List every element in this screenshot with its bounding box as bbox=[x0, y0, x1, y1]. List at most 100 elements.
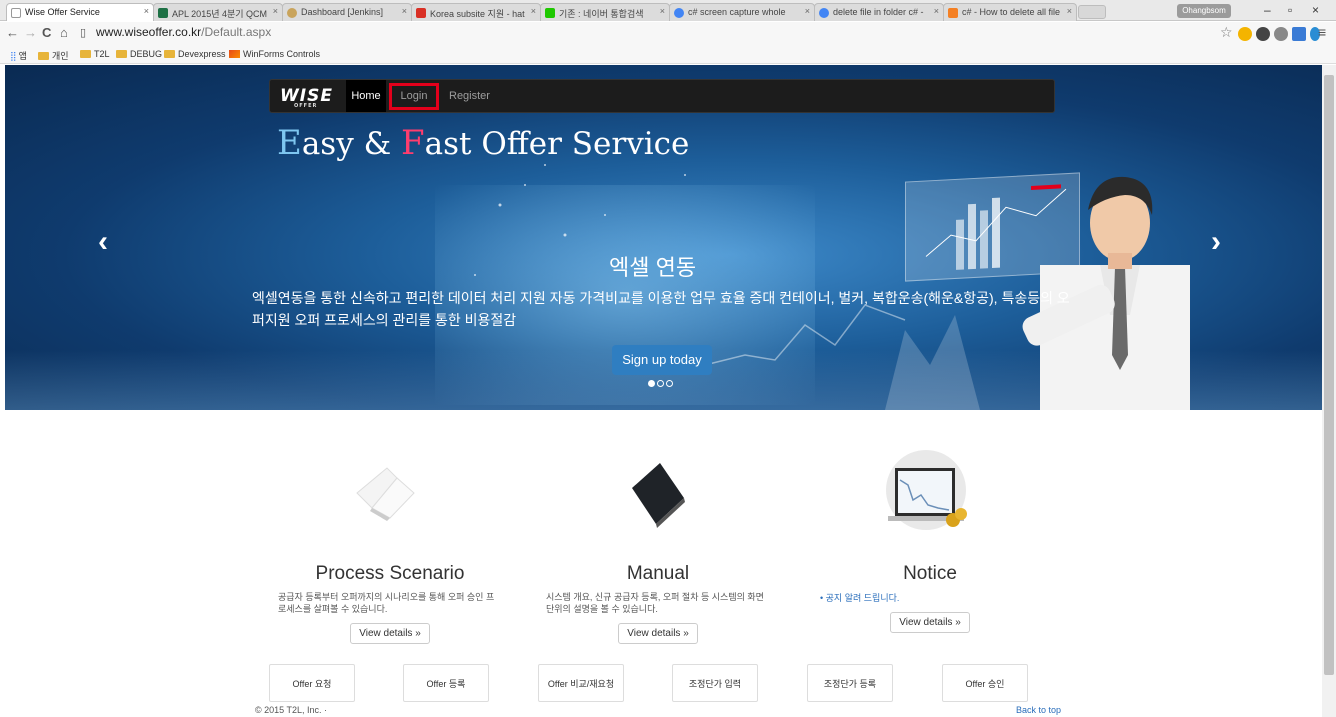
page-info-icon[interactable]: ▯ bbox=[80, 26, 86, 39]
folder-icon bbox=[164, 50, 175, 58]
tab-title: c# screen capture whole bbox=[688, 7, 786, 17]
carousel-dot-1[interactable] bbox=[648, 380, 655, 387]
carousel-dot-2[interactable] bbox=[657, 380, 664, 387]
reload-icon[interactable]: C bbox=[42, 25, 51, 40]
bookmark-label: DEBUG bbox=[130, 49, 163, 59]
tab-naver[interactable]: 기존 : 네이버 통합검색 × bbox=[540, 3, 670, 21]
carousel-dot-3[interactable] bbox=[666, 380, 673, 387]
extension-chrome-icon[interactable] bbox=[1238, 27, 1252, 41]
adjusted-price-input-button[interactable]: 조정단가 입력 bbox=[672, 664, 758, 702]
bookmark-label: T2L bbox=[94, 49, 110, 59]
winforms-icon bbox=[229, 50, 240, 58]
new-tab-button[interactable] bbox=[1078, 5, 1106, 19]
page-scrollbar[interactable] bbox=[1322, 65, 1336, 717]
tab-google-2[interactable]: delete file in folder c# - × bbox=[814, 3, 944, 21]
tab-google-1[interactable]: c# screen capture whole × bbox=[669, 3, 815, 21]
stackoverflow-icon bbox=[948, 8, 958, 18]
back-to-top-link[interactable]: Back to top bbox=[1016, 705, 1061, 715]
close-icon[interactable]: × bbox=[144, 6, 149, 16]
notice-link[interactable]: 공지 알려 드립니다. bbox=[826, 593, 900, 603]
close-icon[interactable]: × bbox=[1067, 6, 1072, 16]
close-icon[interactable]: × bbox=[660, 6, 665, 16]
bookmark-devexpress[interactable]: Devexpress bbox=[164, 49, 226, 59]
offer-request-button[interactable]: Offer 요청 bbox=[269, 664, 355, 702]
bookmark-star-icon[interactable]: ☆ bbox=[1220, 24, 1233, 41]
offer-compare-button[interactable]: Offer 비교/재요청 bbox=[538, 664, 624, 702]
tab-apl[interactable]: APL 2015년 4분기 QCM × bbox=[153, 3, 283, 21]
tab-title: c# - How to delete all file bbox=[962, 7, 1061, 17]
google-icon bbox=[674, 8, 684, 18]
scrollbar-thumb[interactable] bbox=[1324, 75, 1334, 675]
businessman-image bbox=[1022, 176, 1190, 410]
bookmarks-bar: ⣿ 앱 개인 T2L DEBUG Devexpress WinForms Cont… bbox=[0, 46, 1336, 64]
browser-toolbar: ← → C ⌂ ▯ www.wiseoffer.co.kr/Default.as… bbox=[0, 22, 1336, 46]
bookmark-label: 앱 bbox=[18, 51, 27, 61]
user-badge[interactable]: Ohangbsom bbox=[1177, 4, 1231, 18]
adjusted-price-register-button[interactable]: 조정단가 등록 bbox=[807, 664, 893, 702]
tab-strip: Wise Offer Service × APL 2015년 4분기 QCM ×… bbox=[0, 0, 1336, 21]
folder-icon bbox=[116, 50, 127, 58]
forward-icon[interactable]: → bbox=[24, 25, 37, 40]
back-icon[interactable]: ← bbox=[6, 25, 19, 40]
extension-gear-icon[interactable] bbox=[1256, 27, 1270, 41]
nav-register-link[interactable]: Register bbox=[449, 80, 490, 112]
tab-jenkins[interactable]: Dashboard [Jenkins] × bbox=[282, 3, 412, 21]
offer-approve-button[interactable]: Offer 승인 bbox=[942, 664, 1028, 702]
view-details-button[interactable]: View details » bbox=[890, 612, 970, 633]
feature-description: 공급자 등록부터 오퍼까지의 시나리오를 통해 오퍼 승인 프로세스를 살펴볼 … bbox=[278, 592, 495, 614]
view-details-button[interactable]: View details » bbox=[350, 623, 430, 644]
tab-gmail[interactable]: Korea subsite 지원 - hat × bbox=[411, 3, 541, 21]
notice-item[interactable]: • 공지 알려 드립니다. bbox=[810, 591, 1050, 604]
address-bar[interactable]: www.wiseoffer.co.kr/Default.aspx bbox=[96, 25, 271, 39]
bookmark-t2l[interactable]: T2L bbox=[80, 49, 110, 59]
bookmark-personal[interactable]: 개인 bbox=[38, 49, 69, 62]
nav-login-link[interactable]: Login bbox=[389, 83, 439, 110]
footer-copyright: © 2015 T2L, Inc. · bbox=[255, 705, 328, 715]
tab-title: Korea subsite 지원 - hat bbox=[430, 9, 525, 19]
tab-wise-offer[interactable]: Wise Offer Service × bbox=[6, 3, 154, 21]
close-window-icon[interactable]: × bbox=[1312, 3, 1319, 17]
view-details-button[interactable]: View details » bbox=[618, 623, 698, 644]
bookmark-label: 개인 bbox=[52, 51, 69, 61]
bookmark-apps[interactable]: ⣿ 앱 bbox=[10, 49, 27, 62]
close-icon[interactable]: × bbox=[934, 6, 939, 16]
feature-title: Manual bbox=[626, 563, 690, 584]
bookmark-label: WinForms Controls bbox=[243, 49, 321, 59]
wise-offer-logo[interactable]: WISE OFFER bbox=[280, 86, 333, 109]
carousel-prev-icon[interactable]: ‹ bbox=[98, 225, 108, 259]
tagline-part-2: ast Offer Service bbox=[424, 126, 690, 162]
nav-home-link[interactable]: Home bbox=[346, 80, 386, 112]
tagline-letter-e: E bbox=[277, 123, 302, 163]
minimize-icon[interactable]: – bbox=[1264, 3, 1271, 17]
extension-target-icon[interactable] bbox=[1274, 27, 1288, 41]
close-icon[interactable]: × bbox=[805, 6, 810, 16]
slide-title: 엑셀 연동 bbox=[609, 255, 697, 280]
menu-icon[interactable]: ≡ bbox=[1318, 24, 1326, 40]
home-icon[interactable]: ⌂ bbox=[60, 25, 68, 40]
bookmark-winforms[interactable]: WinForms Controls bbox=[229, 49, 320, 59]
carousel-indicators bbox=[648, 376, 675, 390]
google-icon bbox=[819, 8, 829, 18]
carousel-next-icon[interactable]: › bbox=[1211, 225, 1221, 259]
close-icon[interactable]: × bbox=[273, 6, 278, 16]
feature-title: Notice bbox=[903, 563, 957, 584]
offer-register-button[interactable]: Offer 등록 bbox=[403, 664, 489, 702]
tab-stackoverflow[interactable]: c# - How to delete all file × bbox=[943, 3, 1077, 21]
sign-up-button[interactable]: Sign up today bbox=[612, 345, 712, 375]
page-icon bbox=[11, 8, 21, 18]
extension-grid-icon[interactable] bbox=[1292, 27, 1306, 41]
url-path: /Default.aspx bbox=[201, 25, 272, 39]
close-icon[interactable]: × bbox=[531, 6, 536, 16]
open-book-icon bbox=[356, 467, 415, 521]
apps-grid-icon: ⣿ bbox=[10, 51, 17, 61]
close-icon[interactable]: × bbox=[402, 6, 407, 16]
bookmark-debug[interactable]: DEBUG bbox=[116, 49, 162, 59]
site-navbar: WISE OFFER Home Login Register bbox=[269, 79, 1055, 113]
page-content: WISE OFFER Home Login Register Easy & Fa… bbox=[0, 65, 1322, 717]
laptop-chart-icon bbox=[886, 450, 967, 530]
tagline-letter-f: F bbox=[401, 123, 425, 163]
feature-notice: Notice • 공지 알려 드립니다. View details » bbox=[810, 563, 1050, 633]
feature-title: Process Scenario bbox=[315, 563, 465, 584]
maximize-icon[interactable]: ▫ bbox=[1288, 3, 1292, 17]
url-host: www.wiseoffer.co.kr bbox=[96, 25, 202, 39]
